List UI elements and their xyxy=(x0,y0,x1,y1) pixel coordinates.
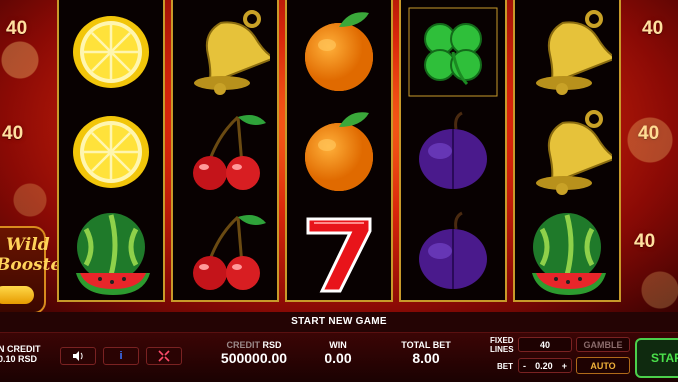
reel-1 xyxy=(57,0,165,302)
auto-button[interactable]: AUTO xyxy=(576,357,630,374)
watermelon-symbol xyxy=(519,204,615,300)
line-number: 40 xyxy=(638,123,660,144)
credit-value: 500000.00 xyxy=(220,350,288,366)
bell-symbol xyxy=(519,104,615,200)
clover-symbol xyxy=(405,4,501,100)
line-number: 40 xyxy=(634,231,656,252)
fullscreen-button[interactable] xyxy=(146,347,182,365)
plum-symbol xyxy=(405,104,501,200)
watermelon-symbol xyxy=(63,204,159,300)
fixed-lines-value: 40 xyxy=(518,337,572,352)
bell-symbol xyxy=(177,4,273,100)
lemon-symbol xyxy=(63,104,159,200)
win-label: WIN xyxy=(329,340,347,350)
fixed-lines-label: FIXED LINES xyxy=(490,336,514,354)
wild-booster-badge[interactable]: Wild Booster xyxy=(0,226,70,312)
info-icon: i xyxy=(119,350,123,362)
currency-label: RSD xyxy=(262,340,282,350)
speaker-icon xyxy=(73,351,83,361)
reel-5 xyxy=(513,0,621,302)
seven-symbol xyxy=(291,204,387,300)
reel-2 xyxy=(171,0,279,302)
cherry-symbol xyxy=(177,104,273,200)
win-value: 0.00 xyxy=(324,350,352,366)
control-panel: N CREDIT 0.10 RSD i CREDIT RSD 500000.00… xyxy=(0,332,678,382)
total-bet-label: TOTAL BET xyxy=(401,340,451,350)
start-button[interactable]: STAR xyxy=(635,338,678,378)
bet-value: 0.20 xyxy=(535,360,553,371)
bet-label: BET xyxy=(497,362,513,371)
paylines-right: 40 40 40 xyxy=(622,0,678,312)
coin-credit-label: N CREDIT xyxy=(0,344,41,354)
expand-icon xyxy=(158,350,170,362)
line-number: 40 xyxy=(6,18,28,39)
plum-symbol xyxy=(405,204,501,300)
bet-plus-button[interactable]: + xyxy=(562,361,567,371)
coin-credit-value: 0.10 RSD xyxy=(0,354,38,364)
info-button[interactable]: i xyxy=(103,347,139,365)
bet-stepper[interactable]: - 0.20 + xyxy=(518,358,572,373)
credit-label: CREDIT xyxy=(226,340,260,350)
line-number: 40 xyxy=(2,123,24,144)
gamble-button[interactable]: GAMBLE xyxy=(576,337,630,352)
orange-symbol xyxy=(291,104,387,200)
status-message: START NEW GAME xyxy=(0,312,678,332)
sound-button[interactable] xyxy=(60,347,96,365)
total-bet-display: TOTAL BET 8.00 xyxy=(390,340,462,366)
credit-display: CREDIT RSD 500000.00 xyxy=(214,340,294,366)
booster-title: Wild xyxy=(6,235,50,255)
win-display: WIN 0.00 xyxy=(308,340,368,366)
lemon-symbol xyxy=(63,4,159,100)
bell-symbol xyxy=(519,4,615,100)
game-stage: 40 40 40 40 40 Wild Booster xyxy=(0,0,678,312)
cherry-symbol xyxy=(177,204,273,300)
bet-minus-button[interactable]: - xyxy=(523,361,526,371)
booster-button[interactable] xyxy=(0,286,34,304)
reel-3 xyxy=(285,0,393,302)
orange-symbol xyxy=(291,4,387,100)
line-number: 40 xyxy=(642,18,664,39)
reel-4 xyxy=(399,0,507,302)
total-bet-value: 8.00 xyxy=(412,350,440,366)
